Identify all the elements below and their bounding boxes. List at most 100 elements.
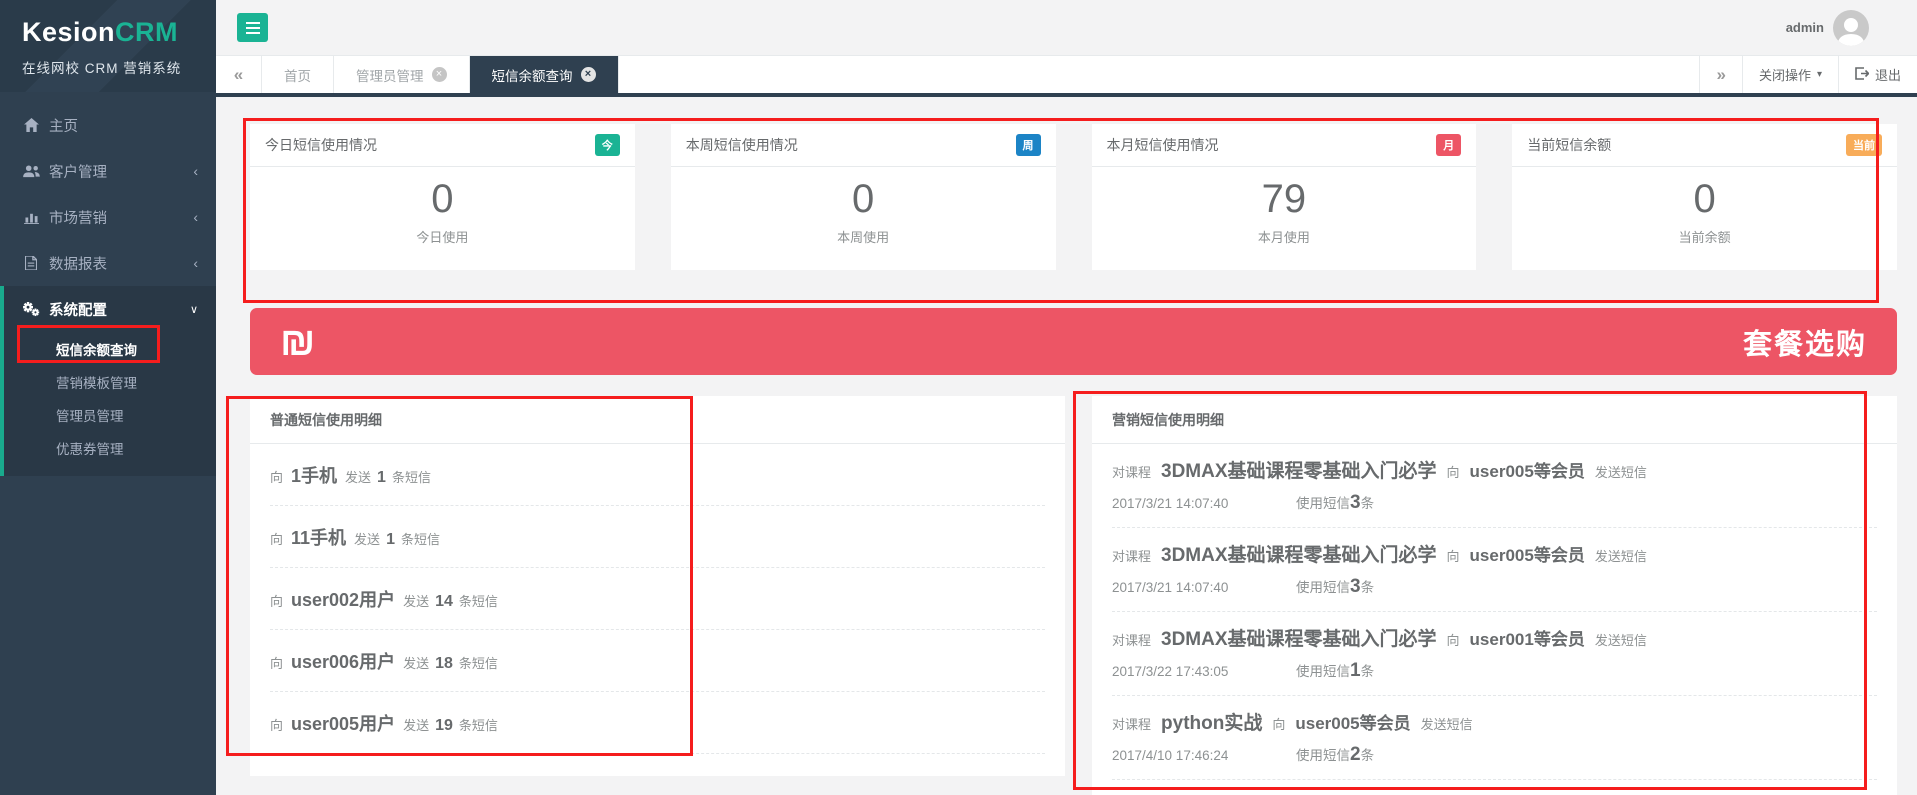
sidebar-nav: 主页 客户管理 ‹ 市场营销 ‹ 数据报表	[0, 92, 216, 476]
stat-card-month: 本月短信使用情况 月 79 本月使用	[1092, 124, 1477, 270]
row-course-prefix: 对课程	[1112, 717, 1151, 732]
marketing-sms-panel: 营销短信使用明细 对课程3DMAX基础课程零基础入门必学向user005等会员发…	[1092, 396, 1897, 795]
recipient-name: user002用户	[291, 590, 395, 610]
avatar[interactable]	[1833, 10, 1869, 46]
card-title: 本月短信使用情况	[1107, 135, 1219, 155]
list-item: 向user005用户发送19条短信	[270, 692, 1045, 754]
tabbar-spacer	[619, 56, 1700, 93]
list-item: 对课程python实战向user005等会员发送短信 2017/4/10 17:…	[1112, 696, 1877, 780]
marketing-sms-list: 对课程3DMAX基础课程零基础入门必学向user005等会员发送短信 2017/…	[1092, 444, 1897, 795]
sms-count: 14	[435, 593, 453, 610]
card-label: 本周使用	[671, 227, 1056, 246]
timestamp: 2017/3/22 17:43:05	[1112, 664, 1262, 679]
top-header: admin	[216, 0, 1917, 55]
sidebar-item-label: 主页	[49, 115, 78, 136]
app-window: KesionCRM 在线网校 CRM 营销系统 主页 客户管理 ‹	[0, 0, 1917, 795]
user-area[interactable]: admin	[1786, 0, 1869, 55]
package-purchase-banner[interactable]: ₪ 套餐选购	[250, 308, 1897, 375]
sidebar-item-admin-management[interactable]: 管理员管理	[4, 400, 216, 433]
tabs-scroll-left-button[interactable]: «	[216, 56, 262, 93]
row-to: 向	[1447, 633, 1460, 648]
card-label: 本月使用	[1092, 227, 1477, 246]
close-tab-icon[interactable]: ×	[432, 67, 447, 82]
row-send: 发送短信	[1595, 633, 1647, 648]
list-item: 对课程向等会员发送短信 2017/4/17 14:14:50使用短信109条	[1112, 780, 1877, 795]
card-label: 当前余额	[1512, 227, 1897, 246]
report-file-icon	[22, 256, 40, 270]
course-name: 3DMAX基础课程零基础入门必学	[1161, 461, 1437, 482]
row-course-prefix: 对课程	[1112, 549, 1151, 564]
bar-chart-icon	[22, 211, 40, 224]
chevron-left-icon: ‹	[193, 255, 198, 271]
sidebar-item-label: 客户管理	[49, 161, 107, 182]
sidebar-item-sms-balance[interactable]: 短信余额查询	[4, 334, 216, 367]
list-item: 向1手机发送1条短信	[270, 444, 1045, 506]
sidebar-section-system: 系统配置 ∨ 短信余额查询 营销模板管理 管理员管理 优惠券管理	[0, 286, 216, 476]
sms-count: 1	[377, 469, 386, 486]
page-content: 今日短信使用情况 今 0 今日使用 本周短信使用情况 周 0 本	[216, 97, 1917, 795]
row-suffix: 条短信	[392, 470, 431, 485]
list-item: 对课程3DMAX基础课程零基础入门必学向user005等会员发送短信 2017/…	[1112, 528, 1877, 612]
chevron-left-icon: ‹	[193, 209, 198, 225]
close-operations-dropdown[interactable]: 关闭操作 ▾	[1742, 56, 1838, 93]
used-count: 3	[1350, 492, 1361, 513]
row-course-prefix: 对课程	[1112, 465, 1151, 480]
member-name: user005等会员	[1470, 462, 1585, 481]
card-value: 79	[1092, 177, 1477, 221]
list-item: 对课程3DMAX基础课程零基础入门必学向user005等会员发送短信 2017/…	[1112, 444, 1877, 528]
tabs-scroll-right-button[interactable]: »	[1699, 56, 1741, 93]
home-icon	[22, 118, 40, 132]
sms-count: 19	[435, 717, 453, 734]
sidebar-item-customers[interactable]: 客户管理 ‹	[0, 148, 216, 194]
brand-name-accent: CRM	[115, 17, 178, 47]
sidebar: KesionCRM 在线网校 CRM 营销系统 主页 客户管理 ‹	[0, 0, 216, 795]
main-area: admin « 首页 管理员管理 × 短信余额查询 × » 关闭操作	[216, 0, 1917, 795]
normal-sms-list: 向1手机发送1条短信 向11手机发送1条短信 向user002用户发送14条短信…	[250, 444, 1065, 754]
used-prefix: 使用短信	[1296, 496, 1350, 511]
member-name: user005等会员	[1295, 714, 1410, 733]
package-purchase-label: 套餐选购	[1743, 321, 1867, 363]
shekel-icon: ₪	[280, 322, 315, 362]
row-to: 向	[1272, 717, 1285, 732]
row-course-prefix: 对课程	[1112, 633, 1151, 648]
tab-admin-management[interactable]: 管理员管理 ×	[334, 56, 470, 93]
close-tab-icon[interactable]: ×	[581, 67, 596, 82]
caret-down-icon: ▾	[1817, 69, 1822, 80]
tab-bar: « 首页 管理员管理 × 短信余额查询 × » 关闭操作 ▾	[216, 55, 1917, 97]
brand-name: KesionCRM	[22, 17, 194, 48]
row-mid: 发送	[354, 532, 380, 547]
sidebar-item-coupon-management[interactable]: 优惠券管理	[4, 433, 216, 466]
used-unit: 条	[1361, 748, 1375, 763]
sidebar-item-system-config[interactable]: 系统配置 ∨	[4, 286, 216, 332]
today-badge: 今	[595, 134, 620, 156]
sidebar-item-label: 市场营销	[49, 207, 107, 228]
card-title: 今日短信使用情况	[265, 135, 377, 155]
sidebar-item-marketing[interactable]: 市场营销 ‹	[0, 194, 216, 240]
chevron-down-icon: ∨	[190, 303, 198, 316]
row-prefix: 向	[270, 718, 283, 733]
row-mid: 发送	[403, 656, 429, 671]
stat-card-balance: 当前短信余额 当前 0 当前余额	[1512, 124, 1897, 270]
list-item: 向11手机发送1条短信	[270, 506, 1045, 568]
row-to: 向	[1447, 549, 1460, 564]
row-suffix: 条短信	[459, 594, 498, 609]
card-value: 0	[1512, 177, 1897, 221]
close-operations-label: 关闭操作	[1759, 65, 1811, 84]
sidebar-item-marketing-templates[interactable]: 营销模板管理	[4, 367, 216, 400]
brand-logo: KesionCRM 在线网校 CRM 营销系统	[0, 0, 216, 92]
stat-card-today: 今日短信使用情况 今 0 今日使用	[250, 124, 635, 270]
tab-sms-balance[interactable]: 短信余额查询 ×	[470, 56, 619, 93]
used-count: 3	[1350, 576, 1361, 597]
sidebar-item-label: 数据报表	[49, 253, 107, 274]
row-mid: 发送	[403, 718, 429, 733]
row-prefix: 向	[270, 532, 283, 547]
week-badge: 周	[1016, 134, 1041, 156]
brand-subtitle: 在线网校 CRM 营销系统	[22, 57, 194, 77]
sidebar-item-home[interactable]: 主页	[0, 102, 216, 148]
sidebar-item-reports[interactable]: 数据报表 ‹	[0, 240, 216, 286]
logout-button[interactable]: 退出	[1838, 56, 1917, 93]
gears-icon	[22, 302, 40, 317]
hamburger-menu-button[interactable]	[237, 13, 268, 42]
tab-home[interactable]: 首页	[262, 56, 334, 93]
normal-sms-panel: 普通短信使用明细 向1手机发送1条短信 向11手机发送1条短信 向user002…	[250, 396, 1065, 776]
